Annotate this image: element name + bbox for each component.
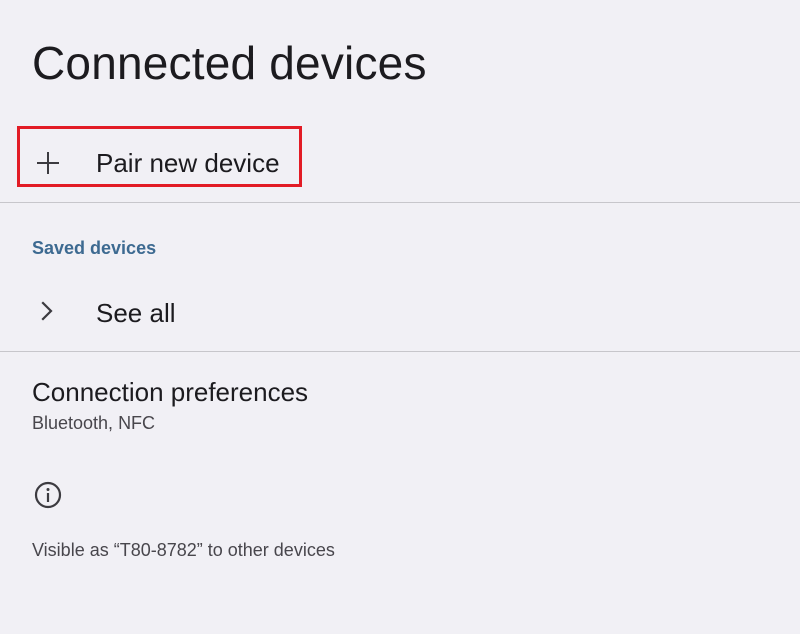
divider (0, 202, 800, 203)
pair-new-device-label: Pair new device (96, 148, 280, 178)
visibility-text: Visible as “T80-8782” to other devices (32, 540, 335, 560)
connection-preferences-summary: Bluetooth, NFC (32, 413, 156, 433)
page-title: Connected devices (32, 37, 427, 89)
plus-icon (36, 151, 60, 175)
pair-new-device-row[interactable]: Pair new device (0, 126, 800, 202)
divider (0, 351, 800, 352)
chevron-right-icon (38, 300, 56, 322)
connection-preferences-title: Connection preferences (32, 377, 309, 407)
connection-preferences-row[interactable]: Connection preferences Bluetooth, NFC (0, 370, 800, 442)
see-all-row[interactable]: See all (0, 280, 800, 346)
info-icon (33, 480, 63, 510)
see-all-label: See all (96, 298, 176, 328)
saved-devices-header: Saved devices (32, 238, 157, 258)
